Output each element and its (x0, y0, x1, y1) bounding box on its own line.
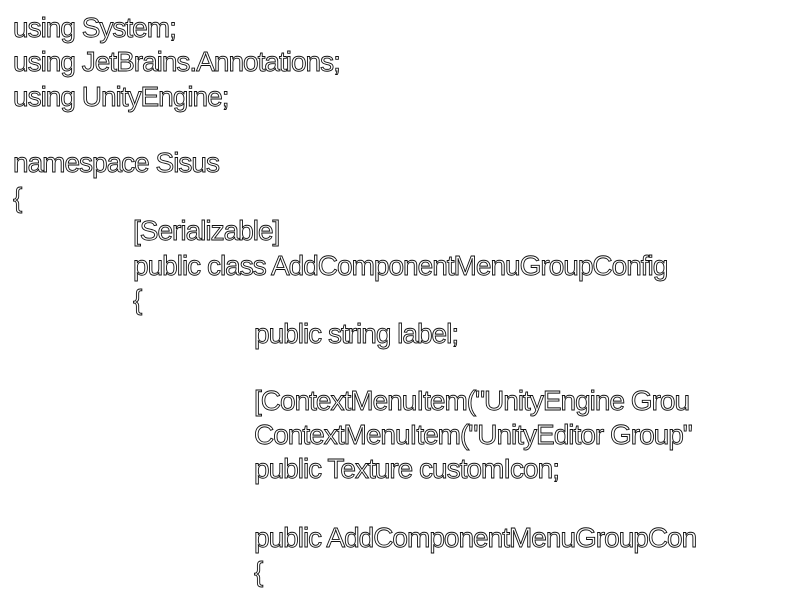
code-line-16: public AddComponentMenuGroupCon (254, 522, 698, 554)
code-line-3: using UnityEngine; (13, 81, 230, 113)
code-line-17: { (254, 556, 264, 588)
code-line-14: public Texture customIcon; (254, 453, 561, 485)
code-line-12: [ContextMenuItem("UnityEngine Grou (254, 385, 691, 417)
code-line-10: public string label; (254, 318, 460, 350)
code-line-13: ContextMenuItem("UnityEditor Group" (254, 419, 694, 451)
code-line-8: public class AddComponentMenuGroupConfig (133, 250, 669, 282)
code-line-6: { (13, 182, 23, 214)
code-line-7: [Serializable] (133, 215, 281, 247)
code-editor-view: using System; using JetBrains.Annotation… (0, 0, 800, 600)
code-line-5: namespace Sisus (13, 147, 221, 179)
code-line-2: using JetBrains.Annotations; (13, 46, 342, 78)
code-line-9: { (133, 284, 143, 316)
code-line-1: using System; (13, 12, 178, 44)
